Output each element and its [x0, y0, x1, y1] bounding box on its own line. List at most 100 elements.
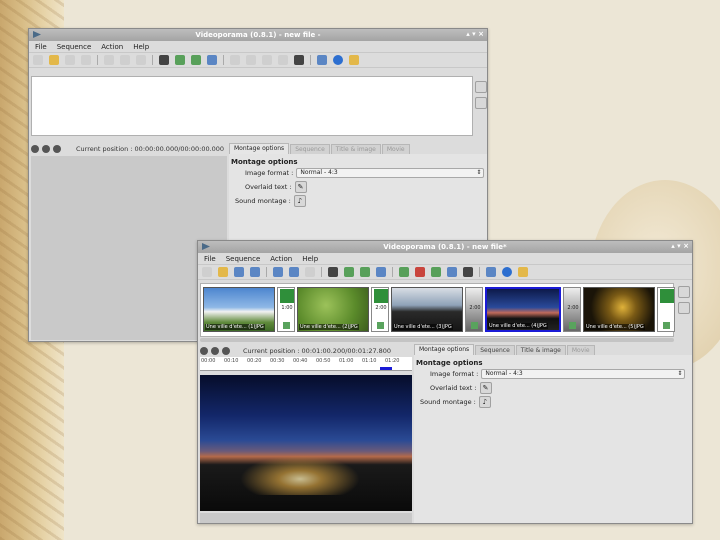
- window-controls[interactable]: ▴ ▾ ×: [671, 242, 689, 250]
- transition-3[interactable]: 2:00: [465, 287, 483, 332]
- timeline-cursor[interactable]: [380, 367, 392, 370]
- thumbnail-3[interactable]: Une ville d'ete... (3)JPG: [391, 287, 463, 332]
- video-preview: [200, 375, 412, 511]
- text-icon[interactable]: [159, 55, 169, 65]
- menu-help[interactable]: Help: [302, 255, 318, 263]
- remove-icon[interactable]: [678, 302, 690, 314]
- menu-file[interactable]: File: [204, 255, 216, 263]
- tab-title-image[interactable]: Title & image: [515, 345, 566, 355]
- loop-icon[interactable]: [53, 144, 61, 153]
- back-image-strip[interactable]: [31, 76, 473, 136]
- copy-icon[interactable]: [120, 55, 130, 65]
- tab-montage-options[interactable]: Montage options: [229, 143, 290, 154]
- paste-icon[interactable]: [136, 55, 146, 65]
- separator: [321, 267, 322, 277]
- menu-help[interactable]: Help: [133, 43, 149, 51]
- timeline-tick: 00:30: [270, 358, 285, 364]
- settings-icon[interactable]: [486, 267, 496, 277]
- remove-icon[interactable]: [475, 97, 487, 109]
- transition-4[interactable]: 2:00: [563, 287, 581, 332]
- preview-icon[interactable]: [447, 267, 457, 277]
- back-menubar: File Sequence Action Help: [29, 41, 487, 52]
- open-folder-icon[interactable]: [218, 267, 228, 277]
- add-icon[interactable]: [475, 81, 487, 93]
- tab-montage-options[interactable]: Montage options: [414, 344, 475, 355]
- cut-icon[interactable]: [273, 267, 283, 277]
- thumbnail-5[interactable]: Une ville d'ete... (5)JPG: [583, 287, 655, 332]
- add-image-icon[interactable]: [175, 55, 185, 65]
- insert-icon[interactable]: [360, 267, 370, 277]
- help-icon[interactable]: [333, 55, 343, 65]
- menu-action[interactable]: Action: [270, 255, 292, 263]
- thumbnail-label: Une ville d'ete... (5)JPG: [585, 324, 645, 330]
- thumbnail-2[interactable]: Une ville d'ete... (2)JPG: [297, 287, 369, 332]
- insert-after-icon[interactable]: [376, 267, 386, 277]
- options-title: Montage options: [231, 158, 298, 166]
- timeline-tick: 00:50: [316, 358, 331, 364]
- current-position: Current position : 00:01:00.200/00:01:27…: [243, 346, 392, 355]
- add-icon[interactable]: [678, 286, 690, 298]
- move-left-icon[interactable]: [230, 55, 240, 65]
- text-icon[interactable]: [328, 267, 338, 277]
- menu-sequence[interactable]: Sequence: [226, 255, 261, 263]
- delete-icon[interactable]: [246, 55, 256, 65]
- edit-text-icon[interactable]: ✎: [294, 181, 307, 193]
- stop-icon[interactable]: [211, 346, 219, 355]
- transition-5[interactable]: [657, 287, 675, 332]
- save-icon[interactable]: [234, 267, 244, 277]
- edit-text-icon[interactable]: ✎: [479, 382, 492, 394]
- copy-icon[interactable]: [289, 267, 299, 277]
- tab-title-image[interactable]: Title & image: [330, 144, 381, 154]
- render-icon[interactable]: [463, 267, 473, 277]
- move-right-icon[interactable]: [431, 267, 441, 277]
- transition-2[interactable]: 2:00: [371, 287, 389, 332]
- loop-icon[interactable]: [222, 346, 230, 355]
- window-controls[interactable]: ▴ ▾ ×: [466, 30, 484, 38]
- back-window-titlebar[interactable]: Videoporama (0.8.1) - new file - ▴ ▾ ×: [29, 29, 487, 41]
- play-icon[interactable]: [200, 346, 208, 355]
- menu-file[interactable]: File: [35, 43, 47, 51]
- new-file-icon[interactable]: [202, 267, 212, 277]
- tab-sequence[interactable]: Sequence: [475, 345, 515, 355]
- insert-icon[interactable]: [191, 55, 201, 65]
- image-format-select[interactable]: Normal - 4:3: [296, 168, 485, 178]
- stop-icon[interactable]: [42, 144, 50, 153]
- render-icon[interactable]: [294, 55, 304, 65]
- speaker-icon[interactable]: ♪: [293, 195, 306, 207]
- strip-scrollbar[interactable]: [200, 338, 674, 342]
- help-icon[interactable]: [502, 267, 512, 277]
- image-format-select[interactable]: Normal - 4:3: [481, 369, 686, 379]
- preview-icon[interactable]: [278, 55, 288, 65]
- speaker-icon[interactable]: ♪: [478, 396, 491, 408]
- play-icon[interactable]: [31, 144, 39, 153]
- delete-icon[interactable]: [415, 267, 425, 277]
- move-left-icon[interactable]: [399, 267, 409, 277]
- tab-movie[interactable]: Movie: [566, 345, 595, 355]
- settings-icon[interactable]: [317, 55, 327, 65]
- cut-icon[interactable]: [104, 55, 114, 65]
- about-icon[interactable]: [349, 55, 359, 65]
- new-file-icon[interactable]: [33, 55, 43, 65]
- tab-sequence[interactable]: Sequence: [290, 144, 330, 154]
- options-title: Montage options: [416, 359, 483, 367]
- thumbnail-4-selected[interactable]: Une ville d'ete... (4)JPG: [485, 287, 561, 332]
- thumbnail-1[interactable]: Une ville d'ete... (1)JPG: [203, 287, 275, 332]
- save-as-icon[interactable]: [250, 267, 260, 277]
- add-image-icon[interactable]: [344, 267, 354, 277]
- tab-movie[interactable]: Movie: [381, 144, 410, 154]
- about-icon[interactable]: [518, 267, 528, 277]
- paste-icon[interactable]: [305, 267, 315, 277]
- save-as-icon[interactable]: [81, 55, 91, 65]
- timeline-ruler[interactable]: 00:00 00:10 00:20 00:30 00:40 00:50 01:0…: [200, 357, 412, 371]
- menu-action[interactable]: Action: [101, 43, 123, 51]
- save-icon[interactable]: [65, 55, 75, 65]
- separator: [152, 55, 153, 65]
- thumbnail-label: Une ville d'ete... (1)JPG: [205, 324, 265, 330]
- front-image-strip[interactable]: Une ville d'ete... (1)JPG 1:00 Une ville…: [200, 283, 675, 337]
- transition-1[interactable]: 1:00: [277, 287, 295, 332]
- open-folder-icon[interactable]: [49, 55, 59, 65]
- front-window-titlebar[interactable]: Videoporama (0.8.1) - new file* ▴ ▾ ×: [198, 241, 692, 253]
- menu-sequence[interactable]: Sequence: [57, 43, 92, 51]
- insert-after-icon[interactable]: [207, 55, 217, 65]
- move-right-icon[interactable]: [262, 55, 272, 65]
